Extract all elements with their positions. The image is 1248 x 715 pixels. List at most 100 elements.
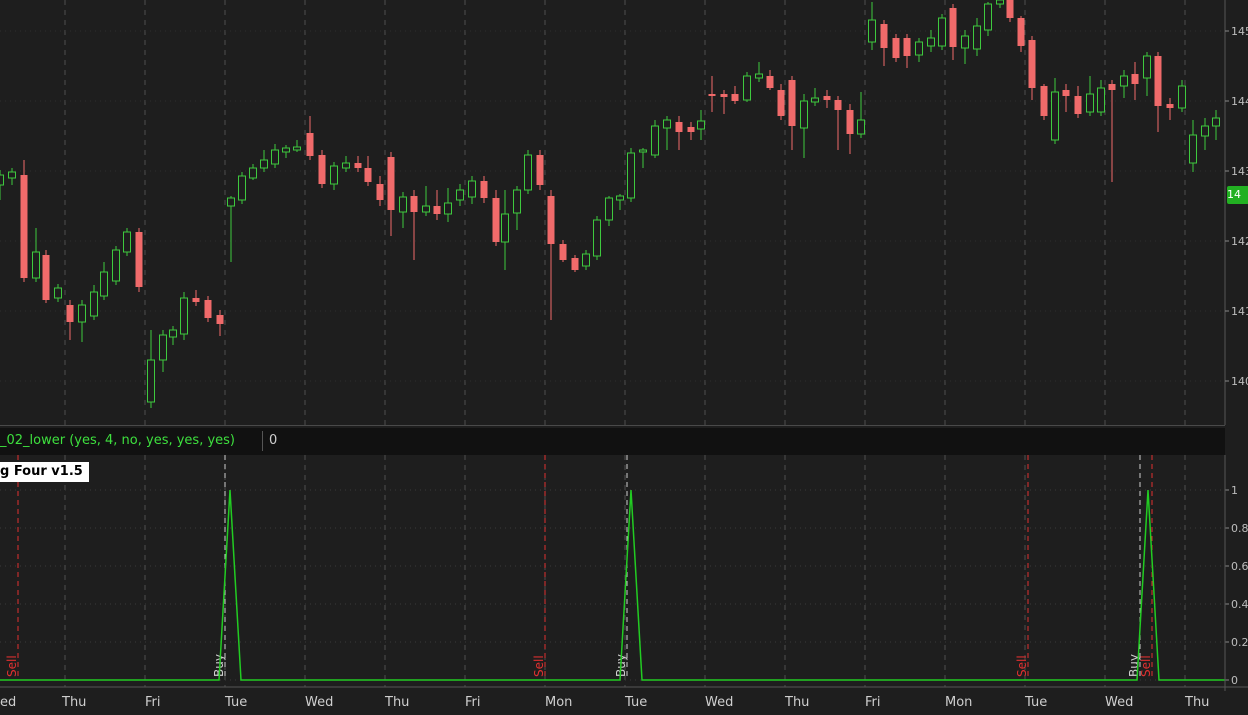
candle <box>1028 36 1036 100</box>
study-value-label: 0 <box>262 431 281 451</box>
candle <box>342 156 350 172</box>
candle <box>663 116 671 150</box>
signal-label: Sell <box>1015 655 1029 677</box>
candle <box>147 330 155 408</box>
candle <box>387 152 395 236</box>
candle <box>892 34 900 62</box>
candle <box>422 186 430 216</box>
candle <box>20 160 28 282</box>
study-tick-label: 0.6 <box>1231 560 1248 573</box>
candle <box>260 150 268 172</box>
candle <box>973 18 981 56</box>
candle <box>271 144 279 168</box>
candle <box>192 290 200 306</box>
candle <box>593 216 601 260</box>
candle <box>687 122 695 140</box>
time-tick-label: Fri <box>865 695 881 710</box>
candle <box>0 170 4 200</box>
study-line <box>0 489 1225 681</box>
candle <box>492 190 500 246</box>
candle <box>846 104 854 154</box>
candle <box>204 296 212 322</box>
candle <box>766 70 774 90</box>
candle <box>996 0 1004 8</box>
thinkorswim-chart: 145144143142141140 _02_lower (yes, 4, no… <box>0 0 1248 715</box>
study-axis[interactable]: 1 0.8 0.6 0.4 0.2 0 <box>1224 455 1248 691</box>
candle <box>1097 80 1105 116</box>
study-name-label[interactable]: _02_lower (yes, 4, no, yes, yes, yes) <box>0 433 235 448</box>
candle <box>513 186 521 230</box>
time-tick-label: Fri <box>145 695 161 710</box>
candle <box>354 156 362 172</box>
signal-markers: Sell Buy Sell Buy Sell BuySell <box>5 455 1153 680</box>
candle <box>639 148 647 168</box>
time-tick-label: Fri <box>465 695 481 710</box>
candle <box>1074 86 1082 118</box>
price-axis[interactable]: 145 144 143 142 141 140 <box>1225 25 1248 388</box>
candle <box>32 228 40 282</box>
candle <box>1189 120 1197 172</box>
study-header-bar: _02_lower (yes, 4, no, yes, yes, yes) 0 <box>0 428 1225 455</box>
candle <box>159 330 167 372</box>
candle <box>100 262 108 300</box>
candle <box>1040 84 1048 120</box>
candle <box>823 90 831 108</box>
candle <box>376 176 384 206</box>
lower-study-chart[interactable]: Sell Buy Sell Buy Sell BuySell 1 0.8 0.6 0.4 0.2 0… <box>0 455 1248 715</box>
candle <box>788 76 796 150</box>
candle <box>582 250 590 270</box>
signal-label: Sell <box>1139 655 1153 677</box>
price-tick-label: 144 <box>1231 95 1248 108</box>
candle <box>616 194 624 210</box>
candle <box>559 240 567 262</box>
candle <box>651 120 659 158</box>
candle <box>306 116 314 160</box>
candle <box>708 76 716 112</box>
candle <box>1006 0 1014 22</box>
time-tick-label: ed <box>0 695 16 710</box>
candle <box>1017 16 1025 52</box>
candle <box>720 90 728 114</box>
candle <box>433 190 441 220</box>
study-title-box: g Four v1.5 <box>0 462 89 482</box>
candle <box>961 30 969 64</box>
candle <box>54 284 62 302</box>
candle <box>697 110 705 140</box>
study-tick-label: 0 <box>1231 674 1238 687</box>
candle <box>1120 70 1128 98</box>
price-chart[interactable]: 145 144 143 142 141 140 <box>0 0 1248 428</box>
candle <box>938 14 946 50</box>
candle <box>857 92 865 138</box>
time-tick-label: Wed <box>1105 695 1133 710</box>
candle <box>1143 52 1151 96</box>
candle <box>1166 98 1174 120</box>
candle <box>330 162 338 190</box>
candle <box>731 86 739 104</box>
candle <box>169 326 177 345</box>
candle <box>112 246 120 285</box>
candle <box>42 250 50 303</box>
candle <box>410 190 418 260</box>
candle <box>216 310 224 336</box>
candle <box>1062 84 1070 112</box>
candle <box>90 285 98 320</box>
candle <box>1131 62 1139 100</box>
candle <box>605 196 613 226</box>
candle <box>238 172 246 204</box>
study-tick-label: 0.4 <box>1231 598 1248 611</box>
price-tick-label: 141 <box>1231 305 1248 318</box>
study-tick-label: 0.2 <box>1231 636 1248 649</box>
candle <box>318 150 326 188</box>
candle <box>811 88 819 106</box>
candle <box>456 184 464 206</box>
candle <box>536 150 544 190</box>
candle <box>1086 76 1094 116</box>
panel-divider[interactable] <box>0 425 1225 426</box>
candle <box>834 96 842 150</box>
candle <box>547 190 555 320</box>
candle <box>1051 78 1059 144</box>
time-axis[interactable]: ed Thu Fri Tue Wed Thu Fri Mon Tue Wed Thu Fri Mon Tu… <box>0 686 1248 710</box>
last-price-badge: 14 <box>1227 186 1248 204</box>
candle <box>468 176 476 204</box>
price-tick-label: 140 <box>1231 375 1248 388</box>
